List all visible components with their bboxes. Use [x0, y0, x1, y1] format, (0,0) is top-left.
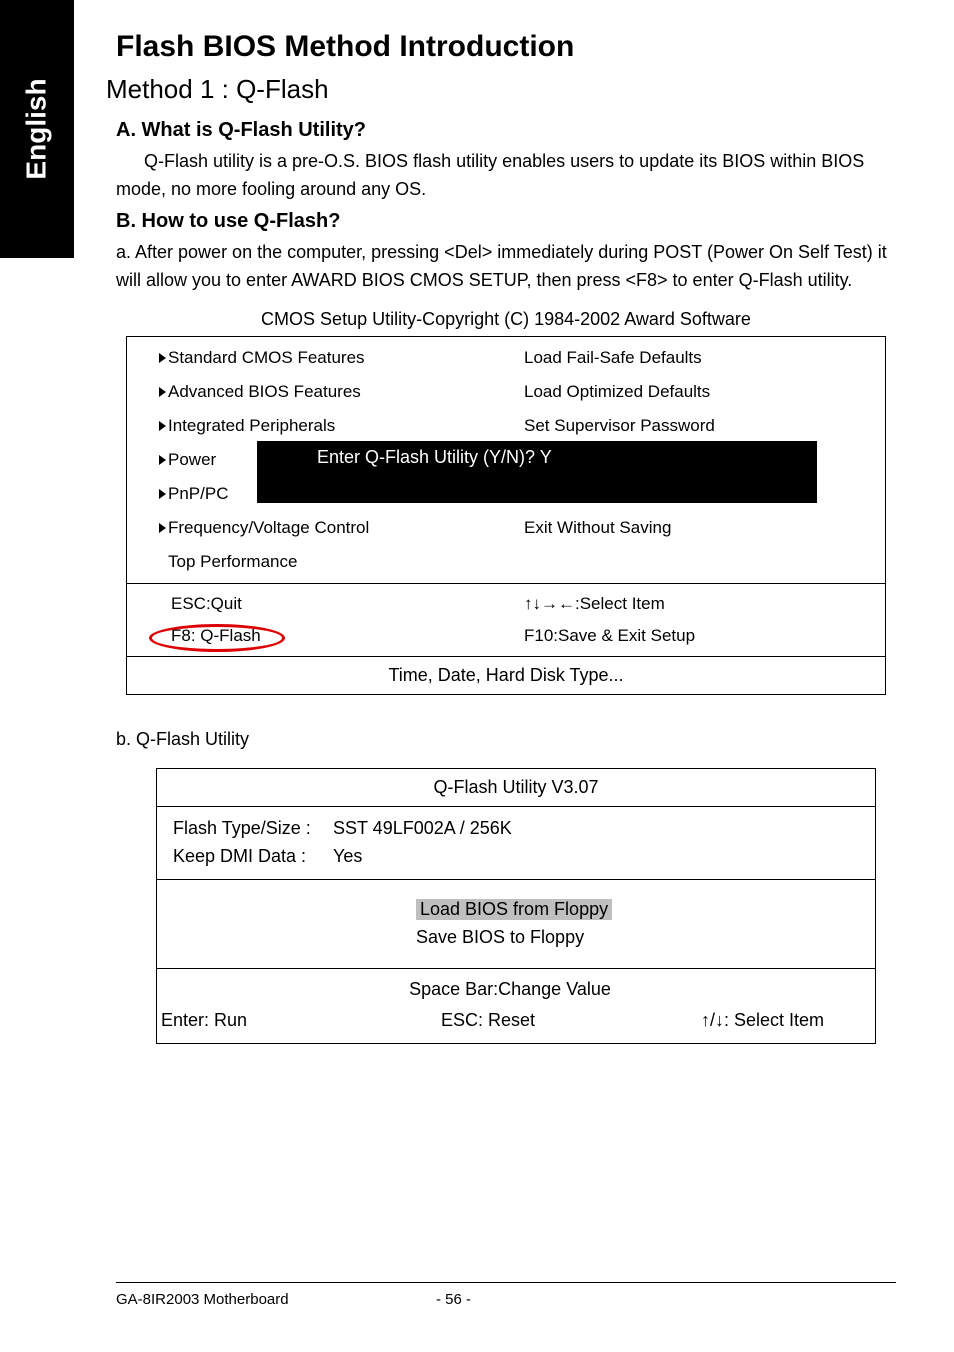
qflash-foot-esc: ESC: Reset [441, 1010, 701, 1031]
cmos-menu-item: Top Performance [127, 545, 506, 579]
cmos-bottom-hint: Time, Date, Hard Disk Type... [127, 656, 885, 694]
qflash-intro-label: b. Q-Flash Utility [116, 729, 896, 750]
cmos-item-label: Exit Without Saving [524, 518, 671, 538]
qflash-op-load: Load BIOS from Floppy [416, 896, 616, 924]
page-content: Flash BIOS Method Introduction Method 1 … [116, 30, 896, 1044]
cmos-item-label: Advanced BIOS Features [168, 382, 361, 402]
qflash-prompt-text: Enter Q-Flash Utility (Y/N)? Y [317, 447, 552, 467]
f8-highlight-oval [149, 624, 285, 652]
qflash-info-row: Keep DMI Data : Yes [173, 843, 859, 871]
qflash-info-value: SST 49LF002A / 256K [333, 818, 512, 839]
language-tab: English [0, 0, 74, 258]
triangle-icon [159, 489, 166, 499]
qflash-info-row: Flash Type/Size : SST 49LF002A / 256K [173, 815, 859, 843]
cmos-menu-item: Advanced BIOS Features [127, 375, 506, 409]
cmos-item-label: PnP/PC [168, 484, 228, 504]
cmos-item-label: Power [168, 450, 216, 470]
triangle-icon [159, 523, 166, 533]
f10-save-label: F10:Save & Exit Setup [524, 626, 695, 645]
cmos-item-label: Load Optimized Defaults [524, 382, 710, 402]
cmos-menu-item: Load Optimized Defaults [506, 375, 885, 409]
qflash-op-load-label: Load BIOS from Floppy [416, 899, 612, 920]
triangle-icon [159, 421, 166, 431]
page-subtitle: Method 1 : Q-Flash [106, 74, 896, 105]
page-footer: GA-8IR2003 Motherboard - 56 - [116, 1282, 896, 1308]
section-b-label: B. How to use Q-Flash? [116, 210, 896, 233]
section-a-body: Q-Flash utility is a pre-O.S. BIOS flash… [116, 148, 896, 204]
triangle-icon [159, 387, 166, 397]
cmos-hint-row: ESC:Quit ↑↓→←:Select Item [127, 588, 885, 620]
qflash-ops: Load BIOS from Floppy Save BIOS to Flopp… [157, 880, 875, 969]
page-title: Flash BIOS Method Introduction [116, 30, 896, 64]
section-a-label: A. What is Q-Flash Utility? [116, 119, 896, 142]
cmos-item-label: Standard CMOS Features [168, 348, 365, 368]
qflash-foot-enter: Enter: Run [161, 1010, 441, 1031]
cmos-menu-item: Frequency/Voltage Control [127, 511, 506, 545]
qflash-op-save: Save BIOS to Floppy [416, 924, 616, 952]
cmos-menu-item: Load Fail-Safe Defaults [506, 341, 885, 375]
cmos-item-label: Frequency/Voltage Control [168, 518, 369, 538]
qflash-info: Flash Type/Size : SST 49LF002A / 256K Ke… [157, 807, 875, 880]
qflash-info-label: Keep DMI Data : [173, 846, 333, 867]
cmos-item-label: Integrated Peripherals [168, 416, 335, 436]
esc-quit-label: ESC:Quit [171, 594, 242, 613]
cmos-item-label: Top Performance [168, 552, 297, 572]
cmos-menu-item [506, 545, 885, 579]
qflash-info-label: Flash Type/Size : [173, 818, 333, 839]
qflash-foot-space: Space Bar:Change Value [161, 979, 859, 1000]
cmos-table: Standard CMOS Features Advanced BIOS Fea… [126, 336, 886, 695]
qflash-info-value: Yes [333, 846, 362, 867]
cmos-menu-item: Exit Without Saving [506, 511, 885, 545]
cmos-top: Standard CMOS Features Advanced BIOS Fea… [127, 337, 885, 583]
select-item-label: ↑↓→←:Select Item [524, 594, 665, 613]
cmos-item-label: Set Supervisor Password [524, 416, 715, 436]
cmos-caption: CMOS Setup Utility-Copyright (C) 1984-20… [116, 309, 896, 330]
qflash-foot-select: ↑/↓: Select Item [701, 1010, 859, 1031]
qflash-table: Q-Flash Utility V3.07 Flash Type/Size : … [156, 768, 876, 1044]
qflash-foot: Space Bar:Change Value Enter: Run ESC: R… [157, 969, 875, 1043]
triangle-icon [159, 353, 166, 363]
cmos-menu-item: Standard CMOS Features [127, 341, 506, 375]
language-label: English [21, 78, 53, 179]
qflash-foot-row: Enter: Run ESC: Reset ↑/↓: Select Item [161, 1010, 859, 1031]
qflash-op-save-label: Save BIOS to Floppy [416, 927, 584, 948]
qflash-title: Q-Flash Utility V3.07 [157, 769, 875, 807]
footer-page-number: - 56 - [436, 1291, 896, 1308]
cmos-menu-item: Integrated Peripherals [127, 409, 506, 443]
footer-left: GA-8IR2003 Motherboard [116, 1291, 436, 1308]
cmos-item-label: Load Fail-Safe Defaults [524, 348, 702, 368]
qflash-prompt-overlay: Enter Q-Flash Utility (Y/N)? Y [257, 441, 817, 503]
triangle-icon [159, 455, 166, 465]
section-b-body: a. After power on the computer, pressing… [116, 239, 896, 295]
cmos-menu-item: Set Supervisor Password [506, 409, 885, 443]
